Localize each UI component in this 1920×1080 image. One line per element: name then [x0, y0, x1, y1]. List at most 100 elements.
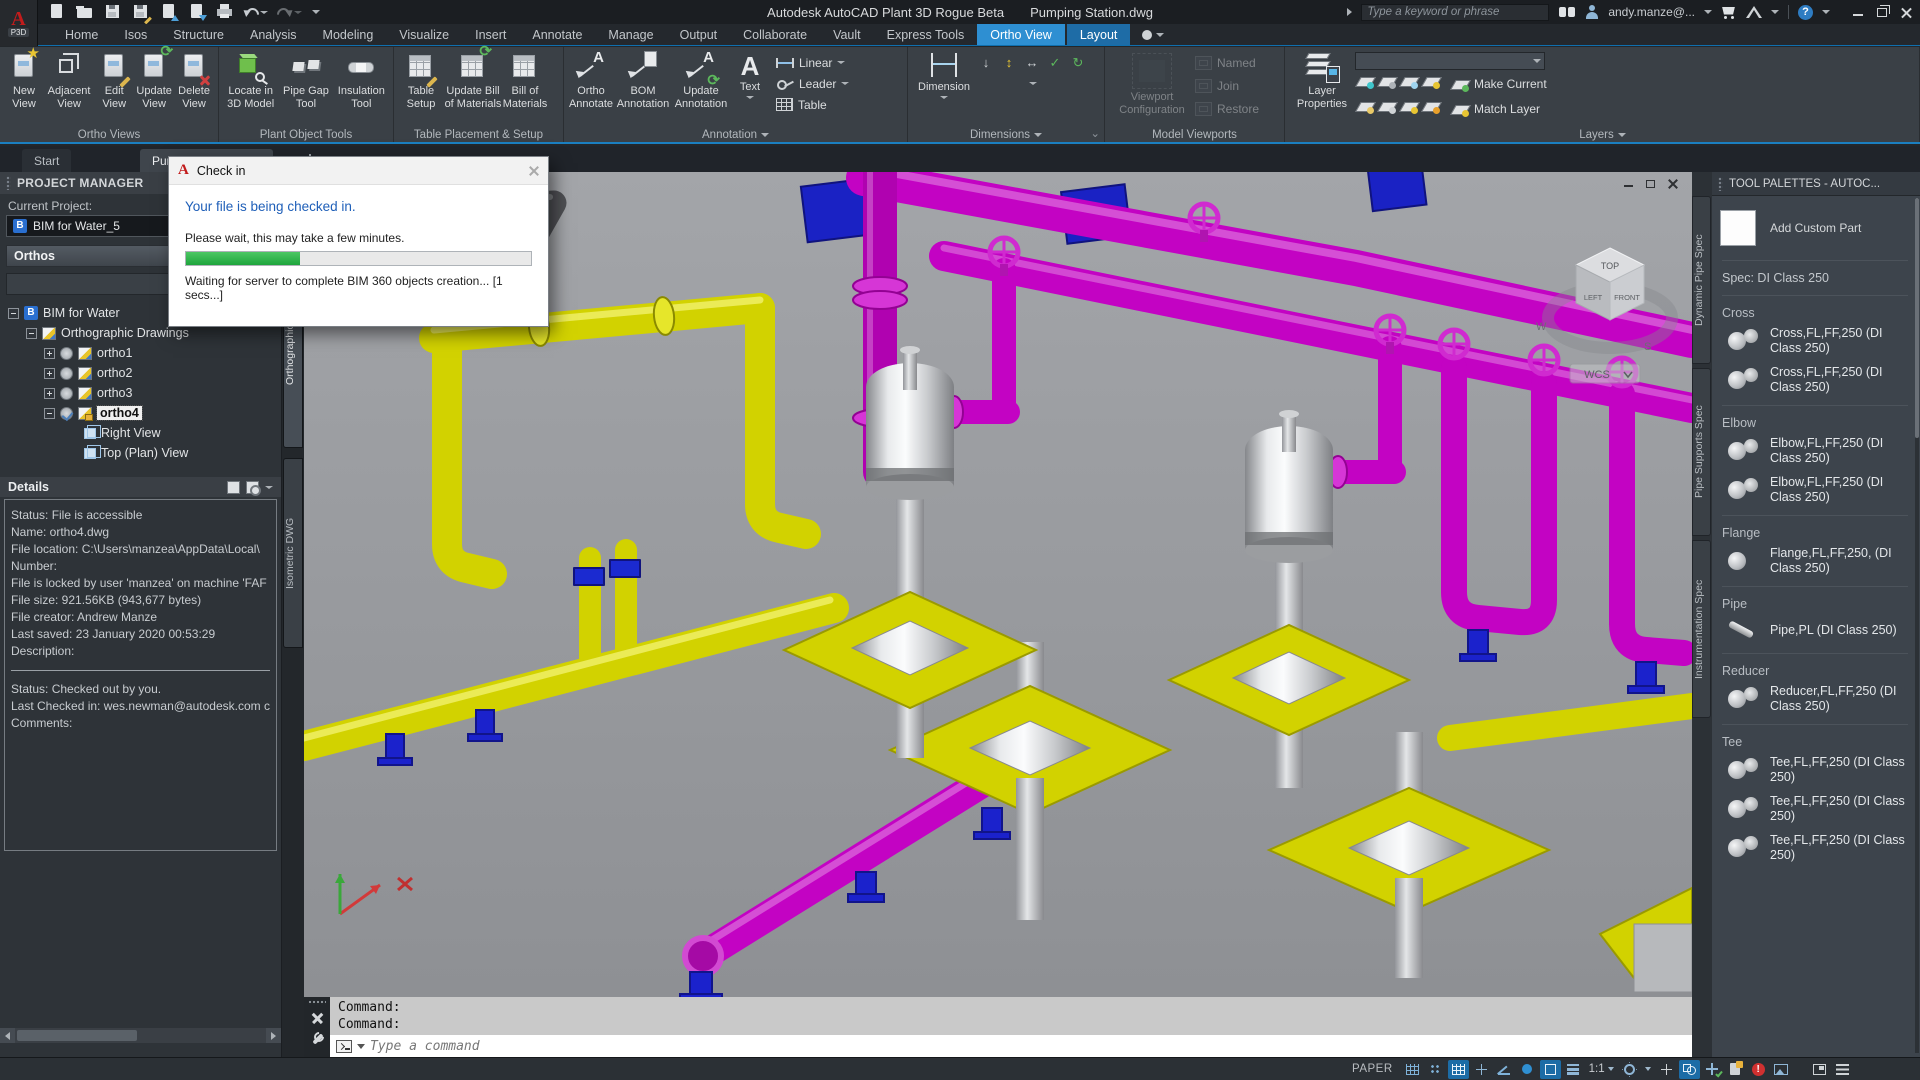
- tab-output[interactable]: Output: [667, 24, 731, 45]
- tab-insert[interactable]: Insert: [462, 24, 519, 45]
- panel-title-dimensions[interactable]: Dimensions⌄: [908, 129, 1104, 141]
- bom-annotation-button[interactable]: BOM Annotation: [614, 49, 672, 111]
- leader-button[interactable]: Leader: [776, 74, 849, 93]
- collapse-icon[interactable]: [44, 408, 55, 419]
- restore-viewports-button[interactable]: Restore: [1195, 99, 1259, 119]
- new-file-icon[interactable]: [48, 4, 66, 20]
- expand-icon[interactable]: [44, 388, 55, 399]
- linear-dimension-button[interactable]: Linear: [776, 53, 849, 72]
- workspace-caret-icon[interactable]: [1645, 1067, 1651, 1071]
- bom-button[interactable]: Bill of Materials: [502, 49, 548, 111]
- palette-item-tee-1[interactable]: Tee,FL,FF,250 (DI Class 250): [1728, 755, 1910, 785]
- tree-node-ortho1[interactable]: ortho1: [0, 343, 281, 363]
- tab-vault[interactable]: Vault: [820, 24, 874, 45]
- help-icon[interactable]: ?: [1798, 5, 1813, 20]
- palette-item-flange-1[interactable]: Flange,FL,FF,250, (DI Class 250): [1728, 546, 1910, 576]
- lineweight-icon[interactable]: [1563, 1060, 1584, 1079]
- tab-start[interactable]: Start: [22, 149, 71, 172]
- polar-tracking-icon[interactable]: [1494, 1060, 1515, 1079]
- recent-commands-caret-icon[interactable]: [357, 1044, 365, 1049]
- expand-icon[interactable]: [44, 348, 55, 359]
- dialog-close-icon[interactable]: [529, 166, 539, 176]
- signed-in-user[interactable]: andy.manze@...: [1608, 5, 1695, 19]
- scroll-right-icon[interactable]: [266, 1028, 281, 1043]
- update-annotation-button[interactable]: A⟳ Update Annotation: [672, 49, 730, 111]
- search-collapse-icon[interactable]: [1347, 8, 1352, 16]
- viewport-configuration-button[interactable]: Viewport Configuration: [1109, 49, 1195, 117]
- export-icon[interactable]: [160, 4, 178, 20]
- panel-title-annotation[interactable]: Annotation: [564, 129, 907, 141]
- help-search-input[interactable]: [1361, 4, 1549, 21]
- join-viewports-button[interactable]: Join: [1195, 76, 1259, 96]
- infer-constraints-icon[interactable]: [1448, 1060, 1469, 1079]
- match-layer-button[interactable]: Match Layer: [1450, 99, 1547, 119]
- table-button[interactable]: Table: [776, 95, 849, 114]
- dim-update-icon[interactable]: ↻: [1068, 54, 1088, 72]
- tab-dynamic-pipe-spec[interactable]: Dynamic Pipe Spec: [1692, 196, 1711, 364]
- radio-icon[interactable]: [60, 387, 73, 400]
- details-collapse-icon[interactable]: [265, 486, 273, 489]
- open-folder-icon[interactable]: [76, 4, 94, 20]
- object-snap-icon[interactable]: [1540, 1060, 1561, 1079]
- collapse-icon[interactable]: [8, 308, 19, 319]
- tab-ortho-view[interactable]: Ortho View: [977, 24, 1065, 45]
- dialog-title-bar[interactable]: A Check in: [169, 157, 548, 185]
- plot-icon[interactable]: [216, 4, 234, 20]
- command-grip-icon[interactable]: [308, 1000, 326, 1005]
- space-toggle-label[interactable]: PAPER: [1352, 1063, 1393, 1075]
- pipe-gap-tool-button[interactable]: Pipe Gap Tool: [278, 49, 333, 111]
- tab-home[interactable]: Home: [52, 24, 111, 45]
- palette-item-elbow-2[interactable]: Elbow,FL,FF,250 (DI Class 250): [1728, 475, 1910, 505]
- workspace-gear-icon[interactable]: [1619, 1060, 1640, 1079]
- table-setup-button[interactable]: Table Setup: [398, 49, 444, 111]
- layer-lock-icon[interactable]: [1421, 74, 1440, 89]
- customize-menu-icon[interactable]: [1832, 1060, 1853, 1079]
- radio-icon[interactable]: [60, 347, 73, 360]
- collapse-icon[interactable]: [26, 328, 37, 339]
- viewport-minimize-icon[interactable]: [1624, 185, 1633, 187]
- snap-mode-icon[interactable]: [1425, 1060, 1446, 1079]
- tree-node-top-plan-view[interactable]: Top (Plan) View: [0, 443, 281, 463]
- tab-pipe-supports-spec[interactable]: Pipe Supports Spec: [1692, 368, 1711, 536]
- dim-vertical-icon[interactable]: ↕: [999, 54, 1019, 72]
- save-as-icon[interactable]: [132, 4, 150, 20]
- tab-layout[interactable]: Layout: [1067, 24, 1131, 45]
- dim-check-icon[interactable]: ✓: [1045, 54, 1065, 72]
- layer-isolate-icon[interactable]: [1377, 74, 1396, 89]
- palette-item-reducer-1[interactable]: Reducer,FL,FF,250 (DI Class 250): [1728, 684, 1910, 714]
- tab-annotate[interactable]: Annotate: [519, 24, 595, 45]
- clean-screen-icon[interactable]: [1809, 1060, 1830, 1079]
- tool-palettes-header[interactable]: TOOL PALETTES - AUTOC...: [1712, 172, 1920, 196]
- named-viewports-button[interactable]: Named: [1195, 53, 1259, 73]
- isolate-objects-icon[interactable]: [1702, 1060, 1723, 1079]
- app-logo[interactable]: A P3D: [0, 0, 38, 46]
- app-store-cart-icon[interactable]: [1721, 6, 1737, 19]
- dim-continue-icon[interactable]: ↔: [1022, 54, 1042, 72]
- details-header[interactable]: Details: [0, 477, 281, 497]
- autodesk-menu-caret-icon[interactable]: [1771, 10, 1779, 14]
- palette-item-cross-1[interactable]: Cross,FL,FF,250 (DI Class 250): [1728, 326, 1910, 356]
- isodraft-icon[interactable]: [1517, 1060, 1538, 1079]
- new-view-button[interactable]: ★ New View: [4, 49, 44, 111]
- tab-isometric-dwg[interactable]: Isometric DWG: [283, 458, 303, 648]
- ortho-annotate-button[interactable]: A Ortho Annotate: [568, 49, 614, 111]
- command-prompt-icon[interactable]: [336, 1040, 352, 1053]
- user-menu-caret-icon[interactable]: [1704, 10, 1712, 14]
- tab-isos[interactable]: Isos: [111, 24, 160, 45]
- scrollbar-thumb[interactable]: [1915, 198, 1919, 438]
- scrollbar-thumb[interactable]: [17, 1030, 137, 1041]
- close-window-icon[interactable]: [1901, 7, 1912, 18]
- undo-button[interactable]: [244, 6, 268, 18]
- adjacent-view-button[interactable]: Adjacent View: [44, 49, 94, 111]
- tool-palettes-scrollbar[interactable]: [1915, 198, 1919, 1053]
- tab-visualize[interactable]: Visualize: [386, 24, 462, 45]
- command-input[interactable]: [370, 1039, 1686, 1054]
- tree-node-right-view[interactable]: Right View: [0, 423, 281, 443]
- layer-dropdown[interactable]: [1355, 52, 1545, 70]
- details-export-icon[interactable]: [227, 481, 240, 494]
- details-preview-icon[interactable]: [246, 481, 259, 494]
- layer-off-icon[interactable]: [1355, 74, 1374, 89]
- add-custom-part-button[interactable]: Add Custom Part: [1720, 206, 1910, 250]
- palette-grip-icon[interactable]: [1718, 177, 1723, 191]
- command-customize-wrench-icon[interactable]: [311, 1032, 324, 1045]
